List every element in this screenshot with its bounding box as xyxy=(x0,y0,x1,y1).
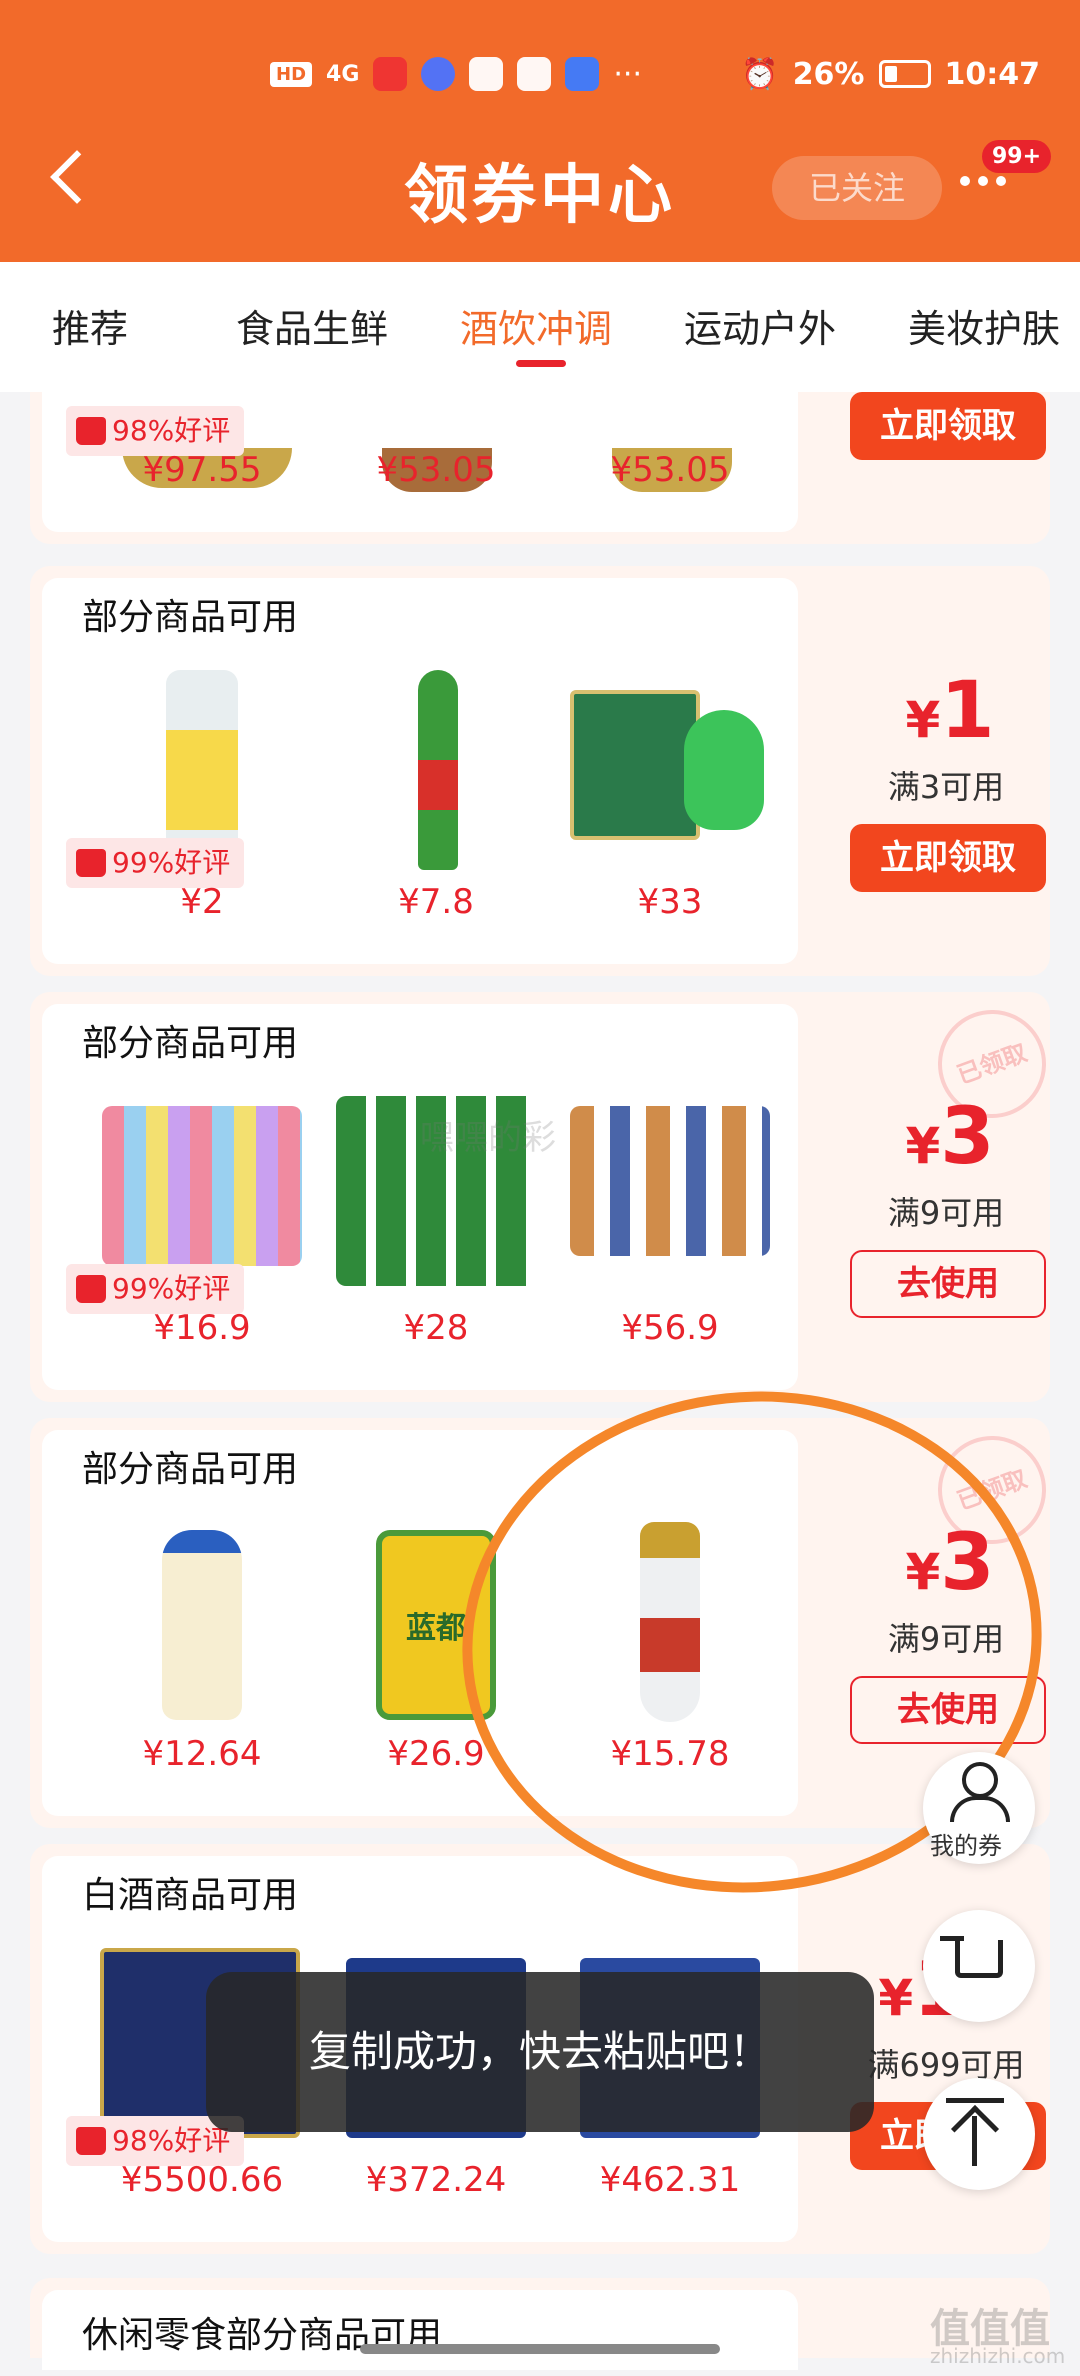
rating-badge: 98%好评 xyxy=(66,406,245,456)
header-bar: HD 4G ··· ⏰ 26% 10:47 领券中心 已关注 99+ xyxy=(0,0,1080,262)
cart-icon xyxy=(955,1940,1003,1978)
follow-button[interactable]: 已关注 xyxy=(772,156,942,220)
thumbs-up-icon xyxy=(76,849,106,877)
availability-label: 部分商品可用 xyxy=(82,1449,299,1490)
product-price: ¥7.8 xyxy=(398,882,474,922)
coupon-card: 已领取 部分商品可用 99%好评 ¥16.9 ¥28 ¥56.9 ¥3 满9可用… xyxy=(30,992,1062,1402)
home-indicator[interactable] xyxy=(360,2344,720,2354)
tab-beauty[interactable]: 美妆护肤 xyxy=(908,298,1060,353)
product-image xyxy=(102,1106,302,1266)
product-price: ¥16.9 xyxy=(153,1308,251,1348)
status-bar: HD 4G ··· ⏰ 26% 10:47 xyxy=(270,48,1040,100)
product-price: ¥12.64 xyxy=(142,1734,262,1774)
notification-badge: 99+ xyxy=(982,140,1052,173)
coupon-amount: ¥3 xyxy=(905,1092,995,1182)
coupon-card: 98%好评 ¥97.55 ¥53.05 ¥53.05 立即领取 xyxy=(30,392,1050,544)
use-button[interactable]: 去使用 xyxy=(850,1250,1046,1318)
tab-recommend[interactable]: 推荐 xyxy=(52,298,128,353)
product-price: ¥5500.66 xyxy=(120,2160,284,2200)
product-price: ¥372.24 xyxy=(365,2160,507,2200)
more-notifications-icon: ··· xyxy=(613,56,642,92)
toast-message: 复制成功，快去粘贴吧！ xyxy=(206,1972,874,2132)
active-tab-indicator xyxy=(516,360,566,367)
my-coupons-label: 我的券 xyxy=(930,1832,1002,1860)
product-price: ¥97.55 xyxy=(142,450,262,490)
thumbs-up-icon xyxy=(76,2127,106,2155)
product-item[interactable] xyxy=(326,392,546,492)
rating-badge: 99%好评 xyxy=(66,1264,245,1314)
thumbs-up-icon xyxy=(76,1275,106,1303)
watermark: 嘿嘿的彩 xyxy=(420,1118,556,1158)
product-item[interactable] xyxy=(560,392,780,492)
product-price: ¥33 xyxy=(637,882,703,922)
product-image xyxy=(570,1106,770,1256)
battery-percent: 26% xyxy=(792,56,865,92)
availability-label: 部分商品可用 xyxy=(82,597,299,638)
hd-indicator: HD xyxy=(270,61,313,87)
tab-outdoor[interactable]: 运动户外 xyxy=(684,298,836,353)
claim-button[interactable]: 立即领取 xyxy=(850,824,1046,892)
coupon-amount: ¥1 xyxy=(905,666,995,756)
battery-icon xyxy=(878,60,931,88)
product-price: ¥462.31 xyxy=(599,2160,741,2200)
app-notification-icon xyxy=(517,57,552,91)
thumbs-up-icon xyxy=(76,417,106,445)
product-price: ¥2 xyxy=(180,882,224,922)
signal-indicator: 4G xyxy=(326,61,360,87)
product-image xyxy=(570,690,700,840)
app-notification-icon xyxy=(373,57,408,91)
alarm-icon: ⏰ xyxy=(741,56,779,92)
coupon-condition: 满3可用 xyxy=(887,768,1005,806)
coupon-card: 部分商品可用 99%好评 ¥2 ¥7.8 ¥33 ¥1 满3可用 立即领取 xyxy=(30,566,1050,976)
music-icon xyxy=(565,57,600,91)
product-image xyxy=(162,1530,242,1720)
product-price: ¥56.9 xyxy=(621,1308,719,1348)
category-tabs: 推荐 食品生鲜 酒饮冲调 运动户外 美妆护肤 xyxy=(0,262,1080,392)
product-price: ¥28 xyxy=(403,1308,469,1348)
coupon-condition: 满9可用 xyxy=(887,1194,1005,1232)
tab-food[interactable]: 食品生鲜 xyxy=(236,298,388,353)
claim-button[interactable]: 立即领取 xyxy=(850,392,1046,460)
tab-drinks[interactable]: 酒饮冲调 xyxy=(460,298,612,353)
product-item[interactable] xyxy=(560,1096,780,1316)
product-item[interactable] xyxy=(326,670,546,890)
watermark: zhizhizhi.com xyxy=(930,2344,1066,2368)
availability-label: 白酒商品可用 xyxy=(82,1875,299,1916)
rating-badge: 99%好评 xyxy=(66,838,245,888)
more-icon[interactable] xyxy=(960,176,1006,186)
product-item[interactable] xyxy=(92,1522,312,1742)
app-notification-icon xyxy=(421,57,456,91)
product-image xyxy=(418,670,458,870)
product-item[interactable] xyxy=(560,670,780,890)
clock: 10:47 xyxy=(944,56,1041,92)
wechat-icon xyxy=(469,57,504,91)
user-icon xyxy=(962,1762,998,1798)
product-price: ¥53.05 xyxy=(610,450,730,490)
product-price: ¥53.05 xyxy=(376,450,496,490)
availability-label: 部分商品可用 xyxy=(82,1023,299,1064)
